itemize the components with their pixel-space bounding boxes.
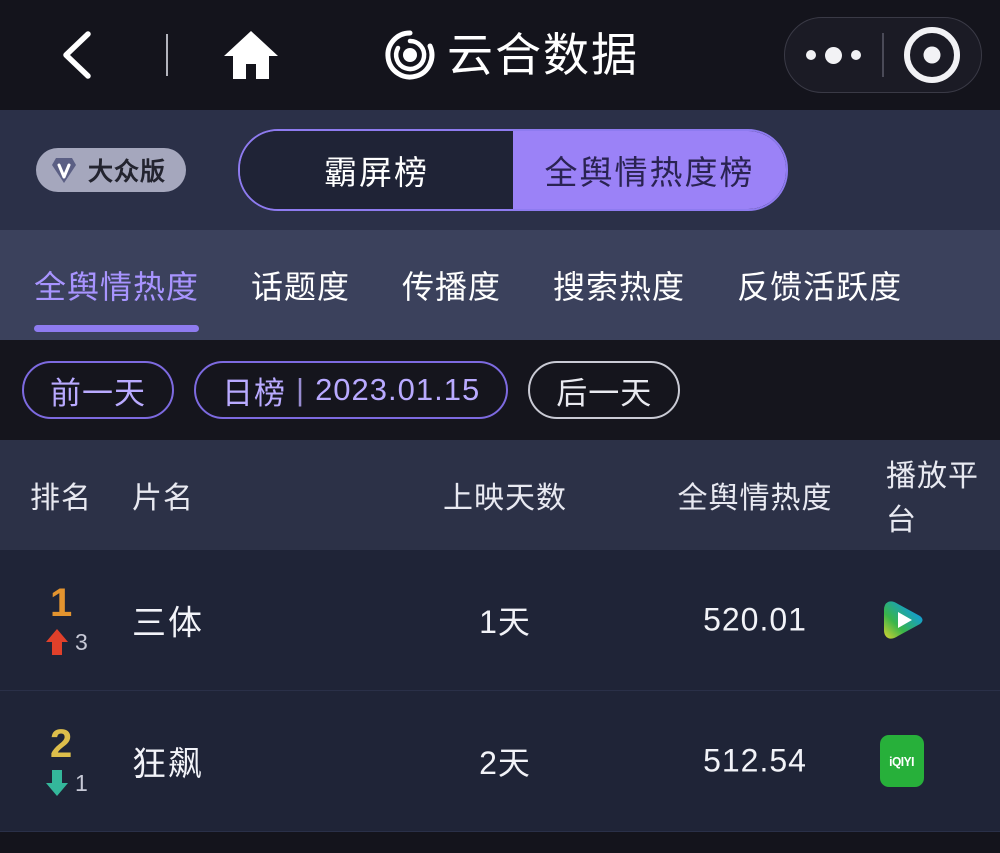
wechat-capsule: [784, 17, 982, 93]
heat-value: 512.54: [703, 742, 807, 779]
column-header-days: 上映天数: [443, 482, 567, 515]
version-badge[interactable]: 大众版: [36, 148, 187, 192]
back-button[interactable]: [58, 29, 98, 81]
title-cell[interactable]: 三体: [132, 596, 372, 645]
date-range-selector[interactable]: 日榜 | 2023.01.15: [194, 361, 509, 419]
tab-label: 全舆情热度: [34, 269, 200, 305]
app-root: 云合数据 大众版 霸屏榜 全舆情热度榜 全舆情热度 话题度 传播度 搜索热度 反…: [0, 0, 1000, 853]
chevron-left-icon: [63, 31, 91, 79]
top-navbar: 云合数据: [0, 0, 1000, 110]
tab-label: 话题度: [251, 269, 351, 305]
tab-fankuihuoyuedu[interactable]: 反馈活跃度: [737, 230, 902, 340]
tab-label: 传播度: [402, 269, 502, 305]
days-cell: 1天: [390, 597, 620, 643]
prev-day-button[interactable]: 前一天: [22, 361, 174, 419]
heat-cell: 512.54: [630, 743, 880, 780]
column-header-title: 片名: [132, 482, 194, 515]
rank-number: 1: [50, 581, 73, 625]
table-row[interactable]: 2 1 狂飙 2天 512.54 iQIYI: [0, 691, 1000, 832]
table-body: 1 3 三体 1天 520.01 2 1 狂飙 2天 512.54 iQIYI: [0, 550, 1000, 832]
rank-trend-value: 1: [75, 769, 88, 796]
prev-day-label: 前一天: [50, 375, 146, 411]
next-day-label: 后一天: [556, 375, 653, 411]
days-value: 2天: [479, 745, 531, 781]
segment-baping[interactable]: 霸屏榜: [240, 131, 513, 209]
ranking-type-segmented-control[interactable]: 霸屏榜 全舆情热度榜: [238, 129, 788, 211]
page-title: 云合数据: [447, 29, 639, 81]
column-header-platform: 播放平台: [886, 460, 979, 537]
app-title-group: 云合数据: [383, 28, 639, 82]
column-header-heat: 全舆情热度: [677, 482, 833, 515]
show-title: 狂飙: [132, 745, 204, 784]
segment-baping-label: 霸屏榜: [324, 154, 429, 191]
period-label: 日榜: [222, 375, 286, 411]
target-ring-icon: [904, 27, 961, 83]
heat-value: 520.01: [703, 601, 807, 638]
platform-cell[interactable]: iQIYI: [880, 735, 1000, 787]
iqiyi-logo-label: iQIYI: [889, 753, 915, 769]
tab-label: 搜索热度: [553, 269, 686, 305]
rank-number: 2: [50, 722, 73, 766]
segment-quanyuqing[interactable]: 全舆情热度榜: [513, 131, 786, 209]
close-miniprogram-button[interactable]: [884, 27, 981, 83]
title-cell[interactable]: 狂飙: [132, 737, 372, 786]
youku-play-icon: [884, 601, 923, 639]
next-day-button[interactable]: 后一天: [528, 361, 681, 419]
tab-quanyuqing-redu[interactable]: 全舆情热度: [34, 230, 200, 340]
arrow-up-icon: [46, 629, 68, 655]
tab-label: 反馈活跃度: [737, 269, 903, 305]
date-separator: |: [296, 372, 306, 407]
current-date: 2023.01.15: [315, 372, 481, 407]
heat-cell: 520.01: [630, 602, 880, 639]
date-navigation: 前一天 日榜 | 2023.01.15 后一天: [0, 340, 1000, 440]
yunhe-swirl-logo-icon: [385, 30, 435, 80]
rank-trend-value: 3: [75, 628, 88, 655]
more-dots-icon: [851, 50, 862, 60]
rank-trend: 3: [44, 627, 88, 657]
tab-huatidu[interactable]: 话题度: [251, 230, 350, 340]
table-row[interactable]: 1 3 三体 1天 520.01: [0, 550, 1000, 691]
show-title: 三体: [132, 604, 204, 643]
arrow-down-icon: [46, 770, 68, 796]
days-cell: 2天: [390, 738, 620, 784]
tab-chuanbodu[interactable]: 传播度: [402, 230, 501, 340]
metric-tab-bar: 全舆情热度 话题度 传播度 搜索热度 反馈活跃度: [0, 230, 1000, 340]
navbar-divider: [166, 34, 168, 76]
days-value: 1天: [479, 604, 531, 640]
iqiyi-logo-icon: iQIYI: [880, 735, 924, 787]
more-dots-icon: [806, 50, 817, 60]
vip-gem-icon: [52, 158, 76, 183]
table-header: 排名 片名 上映天数 全舆情热度 播放平台: [0, 440, 1000, 550]
version-badge-label: 大众版: [88, 158, 167, 186]
tab-sousuoredu[interactable]: 搜索热度: [553, 230, 685, 340]
platform-cell[interactable]: [880, 598, 1000, 642]
home-button[interactable]: [222, 28, 280, 82]
switch-band: 大众版 霸屏榜 全舆情热度榜: [0, 110, 1000, 230]
more-menu-button[interactable]: [785, 46, 882, 64]
rank-trend: 1: [44, 768, 88, 798]
home-icon: [224, 31, 278, 79]
segment-quanyuqing-label: 全舆情热度榜: [544, 154, 755, 191]
more-dots-icon: [825, 46, 843, 64]
